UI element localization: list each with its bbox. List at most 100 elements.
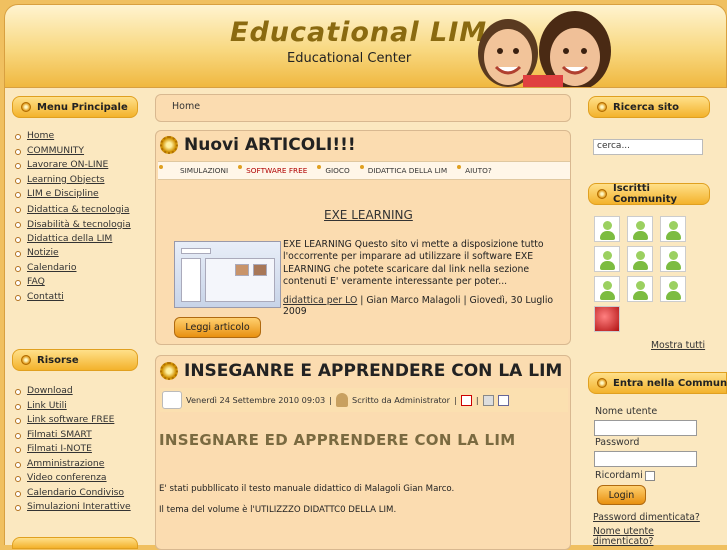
breadcrumb: Home [155, 94, 571, 122]
menu-link-lim-discipline[interactable]: LIM e Discipline [27, 188, 99, 199]
menu-link-didattica-lim[interactable]: Didattica della LIM [27, 233, 112, 244]
menu-link-learning-objects[interactable]: Learning Objects [27, 174, 105, 185]
menu-principale-header: Menu Principale [12, 96, 138, 118]
menu-link-faq[interactable]: FAQ [27, 276, 45, 287]
article-heading: INSEGNARE ED APPRENDERE CON LA LIM [159, 431, 516, 449]
risorse-list: Download Link Utili Link software FREE F… [12, 384, 138, 515]
menu-item: Link Utili [12, 399, 138, 414]
article-paragraph-1: E' stati pubbllicato il testo manuale di… [159, 484, 455, 494]
star-icon [597, 102, 607, 112]
risorse-link-video-conferenza[interactable]: Video conferenza [27, 472, 107, 483]
menu-link-notizie[interactable]: Notizie [27, 247, 59, 258]
avatar[interactable] [594, 306, 620, 332]
avatar[interactable] [594, 276, 620, 302]
read-article-button[interactable]: Leggi articolo [174, 317, 261, 338]
ricerca-module: Ricerca sito [588, 96, 710, 118]
menu-item: Calendario Condiviso [12, 486, 138, 501]
avatar[interactable] [627, 276, 653, 302]
menu-link-community[interactable]: COMMUNITY [27, 145, 84, 156]
menu-principale-list: Home COMMUNITY Lavorare ON-LINE Learning… [12, 129, 138, 304]
avatar[interactable] [660, 216, 686, 242]
tab-simulazioni[interactable]: SIMULAZIONI [158, 162, 237, 179]
login-button[interactable]: Login [597, 485, 646, 505]
breadcrumb-home[interactable]: Home [172, 101, 200, 112]
risorse-link-software-free[interactable]: Link software FREE [27, 414, 114, 425]
featured-article-title[interactable]: EXE LEARNING [324, 208, 413, 222]
show-all-link[interactable]: Mostra tutti [651, 340, 705, 351]
risorse-link-filmati-smart[interactable]: Filmati SMART [27, 429, 92, 440]
risorse-link-download[interactable]: Download [27, 385, 73, 396]
tab-aiuto[interactable]: AIUTO? [456, 162, 501, 179]
iscritti-module: Iscritti Community [588, 183, 710, 205]
star-icon [21, 355, 31, 365]
menu-link-contatti[interactable]: Contatti [27, 291, 64, 302]
password-field[interactable] [594, 451, 697, 467]
risorse-link-simulazioni[interactable]: Simulazioni Interattive [27, 501, 131, 512]
menu-item: Simulazioni Interattive [12, 500, 138, 515]
risorse-title: Risorse [37, 354, 79, 366]
author-icon [336, 393, 349, 407]
article-title[interactable]: INSEGANRE E APPRENDERE CON LA LIM [184, 361, 562, 381]
print-icon[interactable] [482, 394, 494, 406]
remember-checkbox[interactable] [645, 471, 655, 481]
menu-item: Learning Objects [12, 173, 138, 188]
login-title: Entra nella Community [613, 377, 727, 389]
menu-item: Filmati SMART [12, 428, 138, 443]
article-author: Scritto da Administrator [352, 395, 451, 405]
featured-article-meta: didattica per LO | Gian Marco Malagoli |… [283, 295, 570, 317]
avatar[interactable] [594, 216, 620, 242]
menu-item: Didattica & tecnologia [12, 202, 138, 217]
featured-article-text: EXE LEARNING Questo sito vi mette a disp… [283, 239, 544, 287]
risorse-link-amministrazione[interactable]: Amministrazione [27, 458, 104, 469]
iscritti-header: Iscritti Community [588, 183, 710, 205]
menu-item: Calendario [12, 261, 138, 276]
menu-link-home[interactable]: Home [27, 130, 54, 141]
tab-gioco[interactable]: GIOCO [316, 162, 358, 179]
tab-didattica-lim[interactable]: DIDATTICA DELLA LIM [359, 162, 456, 179]
tab-software-free[interactable]: SOFTWARE FREE [237, 162, 316, 179]
password-label: Password [595, 437, 640, 448]
iscritti-title: Iscritti Community [613, 183, 678, 205]
article-category-link[interactable]: didattica per LO [283, 295, 357, 306]
forgot-username-link[interactable]: Nome utente dimenticato? [593, 527, 703, 547]
menu-item: FAQ [12, 275, 138, 290]
menu-link-calendario[interactable]: Calendario [27, 262, 77, 273]
menu-item: Link software FREE [12, 413, 138, 428]
category-tabs: SIMULAZIONI SOFTWARE FREE GIOCO DIDATTIC… [158, 161, 570, 180]
site-title[interactable]: Educational LIM [230, 17, 487, 48]
menu-item: Video conferenza [12, 471, 138, 486]
search-input[interactable]: cerca... [593, 139, 703, 155]
header-kids-image [478, 11, 611, 87]
menu-link-disabilita-tecnologia[interactable]: Disabilità & tecnologia [27, 219, 131, 230]
risorse-link-calendario-condiviso[interactable]: Calendario Condiviso [27, 487, 124, 498]
login-module: Entra nella Community [588, 372, 727, 394]
nuovi-articoli-panel: Nuovi ARTICOLI!!! SIMULAZIONI SOFTWARE F… [155, 130, 571, 345]
avatar[interactable] [627, 216, 653, 242]
ricerca-title: Ricerca sito [613, 101, 679, 113]
menu-link-lavorare-online[interactable]: Lavorare ON-LINE [27, 159, 108, 170]
email-icon[interactable] [497, 394, 509, 406]
risorse-link-link-utili[interactable]: Link Utili [27, 400, 67, 411]
forgot-password-link[interactable]: Password dimenticata? [593, 512, 700, 523]
avatar[interactable] [660, 276, 686, 302]
menu-item: Notizie [12, 246, 138, 261]
menu-item: Lavorare ON-LINE [12, 158, 138, 173]
menu-item: Download [12, 384, 138, 399]
risorse-link-filmati-inote[interactable]: Filmati I-NOTE [27, 443, 92, 454]
avatar[interactable] [660, 246, 686, 272]
avatar[interactable] [627, 246, 653, 272]
nuovi-articoli-title: Nuovi ARTICOLI!!! [184, 135, 356, 155]
article-thumbnail[interactable] [174, 241, 281, 308]
star-icon [597, 378, 607, 388]
pdf-icon[interactable] [460, 394, 472, 406]
article-header: INSEGANRE E APPRENDERE CON LA LIM [156, 356, 570, 381]
avatar[interactable] [594, 246, 620, 272]
menu-item: Amministrazione [12, 457, 138, 472]
article-paragraph-2: Il tema del volume è l'UTILIZZZO DIDATTC… [159, 505, 397, 515]
menu-item: Filmati I-NOTE [12, 442, 138, 457]
menu-link-didattica-tecnologia[interactable]: Didattica & tecnologia [27, 204, 129, 215]
username-field[interactable] [594, 420, 697, 436]
next-module-header [12, 537, 138, 549]
username-label: Nome utente [595, 406, 658, 417]
remember-label: Ricordami [595, 470, 643, 481]
